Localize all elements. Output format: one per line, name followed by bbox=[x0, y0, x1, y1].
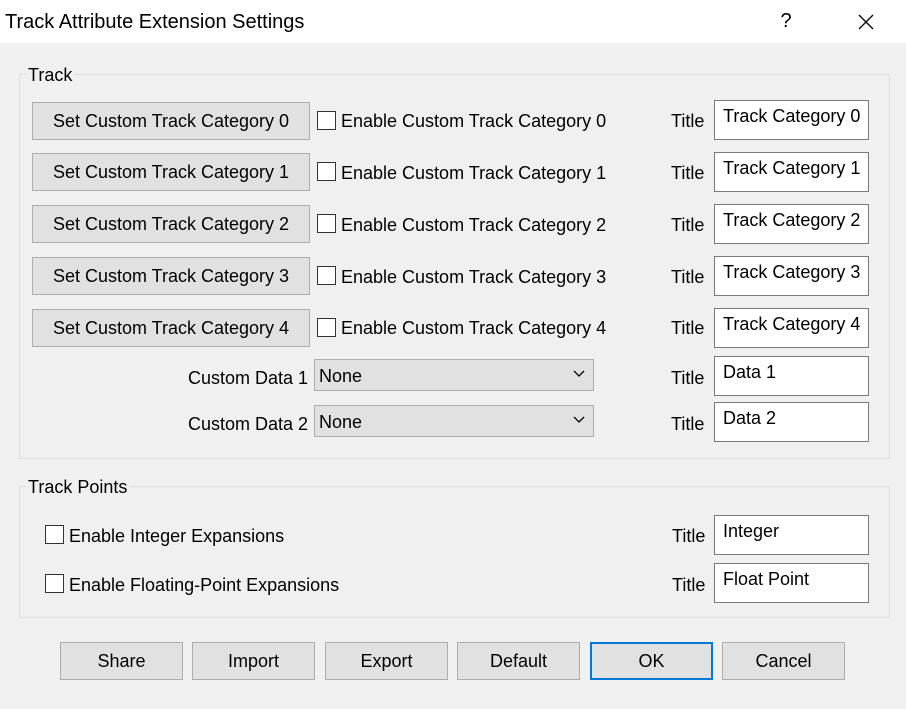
category-3-title-input[interactable]: Track Category 3 bbox=[714, 256, 869, 296]
enable-integer-label: Enable Integer Expansions bbox=[69, 526, 285, 546]
set-category-2-button[interactable]: Set Custom Track Category 2 bbox=[32, 205, 310, 243]
category-0-title-input[interactable]: Track Category 0 bbox=[714, 100, 869, 140]
enable-category-2-checkbox[interactable] bbox=[317, 214, 336, 233]
import-button[interactable]: Import bbox=[192, 642, 315, 680]
enable-category-0-checkbox[interactable] bbox=[317, 111, 336, 130]
track-points-legend: Track Points bbox=[26, 477, 130, 498]
category-2-title-input[interactable]: Track Category 2 bbox=[714, 204, 869, 244]
enable-category-4-checkbox[interactable] bbox=[317, 318, 336, 337]
float-title-label: Title bbox=[672, 575, 706, 595]
enable-category-3-label: Enable Custom Track Category 3 bbox=[341, 267, 607, 287]
help-button[interactable]: ? bbox=[768, 0, 804, 43]
close-icon bbox=[858, 14, 874, 29]
float-title-input[interactable]: Float Point bbox=[714, 563, 869, 603]
custom-data-1-value: None bbox=[319, 366, 363, 386]
category-4-title-input[interactable]: Track Category 4 bbox=[714, 308, 869, 348]
custom-data-2-label: Custom Data 2 bbox=[188, 414, 309, 434]
cancel-button[interactable]: Cancel bbox=[722, 642, 845, 680]
enable-category-1-label: Enable Custom Track Category 1 bbox=[341, 163, 607, 183]
integer-title-label: Title bbox=[672, 526, 706, 546]
category-1-title-input[interactable]: Track Category 1 bbox=[714, 152, 869, 192]
enable-category-1-checkbox[interactable] bbox=[317, 162, 336, 181]
track-group-legend: Track bbox=[26, 65, 75, 86]
enable-float-label: Enable Floating-Point Expansions bbox=[69, 575, 340, 595]
window-title: Track Attribute Extension Settings bbox=[5, 11, 305, 33]
export-button[interactable]: Export bbox=[325, 642, 448, 680]
default-button[interactable]: Default bbox=[457, 642, 580, 680]
enable-float-checkbox[interactable] bbox=[45, 574, 64, 593]
custom-data-2-title-label: Title bbox=[671, 414, 705, 434]
set-category-4-button[interactable]: Set Custom Track Category 4 bbox=[32, 309, 310, 347]
category-2-title-label: Title bbox=[671, 215, 705, 235]
category-4-title-label: Title bbox=[671, 318, 705, 338]
custom-data-1-label: Custom Data 1 bbox=[188, 368, 309, 388]
share-button[interactable]: Share bbox=[60, 642, 183, 680]
ok-button[interactable]: OK bbox=[590, 642, 713, 680]
enable-category-4-label: Enable Custom Track Category 4 bbox=[341, 318, 607, 338]
set-category-1-button[interactable]: Set Custom Track Category 1 bbox=[32, 153, 310, 191]
category-0-title-label: Title bbox=[671, 111, 705, 131]
custom-data-1-select[interactable]: None bbox=[314, 359, 594, 391]
set-category-0-button[interactable]: Set Custom Track Category 0 bbox=[32, 102, 310, 140]
set-category-3-button[interactable]: Set Custom Track Category 3 bbox=[32, 257, 310, 295]
custom-data-1-title-input[interactable]: Data 1 bbox=[714, 356, 869, 396]
category-1-title-label: Title bbox=[671, 163, 705, 183]
custom-data-2-value: None bbox=[319, 412, 363, 432]
integer-title-input[interactable]: Integer bbox=[714, 515, 869, 555]
enable-category-2-label: Enable Custom Track Category 2 bbox=[341, 215, 607, 235]
title-bar: Track Attribute Extension Settings ? bbox=[0, 0, 906, 43]
custom-data-1-title-label: Title bbox=[671, 368, 705, 388]
enable-category-3-checkbox[interactable] bbox=[317, 266, 336, 285]
category-3-title-label: Title bbox=[671, 267, 705, 287]
custom-data-2-select[interactable]: None bbox=[314, 405, 594, 437]
custom-data-2-title-input[interactable]: Data 2 bbox=[714, 402, 869, 442]
settings-dialog: Track Attribute Extension Settings ? Tra… bbox=[0, 0, 906, 709]
chevron-down-icon bbox=[573, 416, 585, 423]
close-button[interactable] bbox=[846, 0, 886, 43]
enable-category-0-label: Enable Custom Track Category 0 bbox=[341, 111, 607, 131]
chevron-down-icon bbox=[573, 370, 585, 377]
enable-integer-checkbox[interactable] bbox=[45, 525, 64, 544]
